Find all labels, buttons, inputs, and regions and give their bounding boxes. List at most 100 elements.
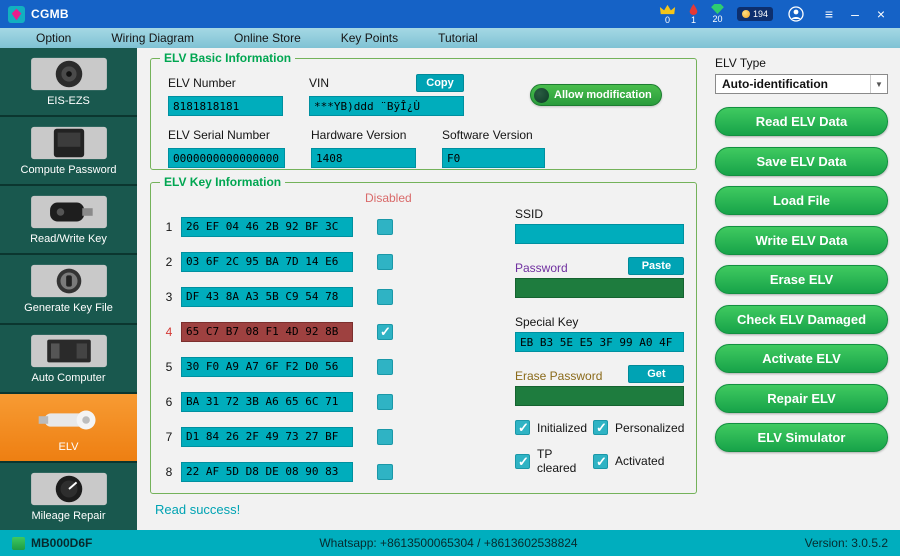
elv-simulator-button[interactable]: ELV Simulator [715,423,888,452]
save-elv-data-button[interactable]: Save ELV Data [715,147,888,176]
title-stats: 0 1 20 194 [659,4,806,25]
menu-bar: Option Wiring Diagram Online Store Key P… [0,28,900,48]
checkbox-label: Initialized [537,421,587,435]
key-row-5-value[interactable]: 30 F0 A9 A7 6F F2 D0 56 [181,357,353,377]
whatsapp-contact: Whatsapp: +8613500065304 / +861360253882… [92,536,804,550]
elv-key-info-title: ELV Key Information [160,175,285,189]
menu-online-store[interactable]: Online Store [234,31,301,45]
key-row-3-value[interactable]: DF 43 8A A3 5B C9 54 78 [181,287,353,307]
checkbox-icon [515,454,530,469]
user-account-icon[interactable] [788,6,804,22]
write-elv-data-button[interactable]: Write ELV Data [715,226,888,255]
menu-tutorial[interactable]: Tutorial [438,31,478,45]
toggle-knob-icon [534,88,549,103]
menu-wiring-diagram[interactable]: Wiring Diagram [111,31,194,45]
elv-basic-info-group: ELV Basic Information Allow modification… [150,58,697,170]
special-key-label: Special Key [515,315,578,329]
key-row-7-num: 7 [163,430,175,444]
key-row: 8 22 AF 5D D8 DE 08 90 83 [163,454,491,489]
sidebar-item-label: ELV [59,441,79,453]
checkbox-icon [593,420,608,435]
sidebar-item-compute-password[interactable]: Compute Password [0,117,137,186]
elv-key-info-group: ELV Key Information Disabled 1 26 EF 04 … [150,182,697,494]
load-file-button[interactable]: Load File [715,186,888,215]
elv-serial-label: ELV Serial Number [168,128,270,142]
key-row-3-checkbox[interactable] [377,289,393,305]
elv-number-input[interactable]: 8181818181 [168,96,283,116]
copy-vin-button[interactable]: Copy [416,74,464,92]
crown-stat[interactable]: 0 [659,4,676,25]
key-row-1-value[interactable]: 26 EF 04 46 2B 92 BF 3C [181,217,353,237]
sidebar-item-label: Auto Computer [32,372,106,384]
key-row-8-checkbox[interactable] [377,464,393,480]
key-row-7-value[interactable]: D1 84 26 2F 49 73 27 BF [181,427,353,447]
repair-elv-button[interactable]: Repair ELV [715,384,888,413]
green-gem-count: 20 [712,15,722,24]
sidebar-item-auto-computer[interactable]: Auto Computer [0,325,137,394]
green-gem-stat[interactable]: 20 [711,4,724,24]
key-row-7-checkbox[interactable] [377,429,393,445]
status-checkbox-3[interactable]: Activated [593,447,684,475]
status-checkbox-1[interactable]: Personalized [593,420,684,435]
status-checkbox-0[interactable]: Initialized [515,420,587,435]
elv-serial-input[interactable]: 0000000000000000 [168,148,285,168]
elv-type-dropdown[interactable]: Auto-identification [715,74,888,94]
red-gem-icon [689,4,698,15]
sidebar-item-elv[interactable]: ELV [0,394,137,463]
special-key-input[interactable]: EB B3 5E E5 3F 99 A0 4F [515,332,684,352]
erase-elv-button[interactable]: Erase ELV [715,265,888,294]
close-button[interactable]: × [868,3,894,25]
menu-key-points[interactable]: Key Points [341,31,398,45]
window-menu-button[interactable]: ≡ [816,3,842,25]
menu-option[interactable]: Option [36,31,71,45]
password-label: Password [515,261,568,275]
key-row-4-checkbox[interactable] [377,324,393,340]
status-checkbox-2[interactable]: TP cleared [515,447,587,475]
get-erase-password-button[interactable]: Get [628,365,684,383]
sidebar-item-label: Read/Write Key [30,233,107,245]
status-checkboxes: Initialized Personalized TP cleared Acti… [515,420,684,475]
compute-password-icon [27,125,111,161]
ssid-input[interactable] [515,224,684,244]
sidebar-item-eis-ezs[interactable]: EIS-EZS [0,48,137,117]
coins-badge[interactable]: 194 [737,7,773,21]
paste-password-button[interactable]: Paste [628,257,684,275]
software-version-input[interactable]: F0 [442,148,545,168]
minimize-button[interactable]: – [842,3,868,25]
operation-status-text: Read success! [155,502,697,517]
erase-password-input[interactable] [515,386,684,406]
red-gem-stat[interactable]: 1 [689,4,698,25]
sidebar-item-label: Generate Key File [24,302,113,314]
key-row-5-checkbox[interactable] [377,359,393,375]
sidebar-item-mileage-repair[interactable]: Mileage Repair [0,463,137,530]
sidebar-item-generate-key-file[interactable]: Generate Key File [0,255,137,324]
vin-input[interactable]: ***YB)ddd ¨BÿÎ¿Ù [309,96,464,116]
checkbox-label: Activated [615,454,664,468]
password-input[interactable] [515,278,684,298]
red-gem-count: 1 [691,16,696,25]
key-row-6-checkbox[interactable] [377,394,393,410]
key-row-1-checkbox[interactable] [377,219,393,235]
key-row-6-value[interactable]: BA 31 72 3B A6 65 6C 71 [181,392,353,412]
check-elv-damaged-button[interactable]: Check ELV Damaged [715,305,888,334]
key-row-3-num: 3 [163,290,175,304]
key-row-2-value[interactable]: 03 6F 2C 95 BA 7D 14 E6 [181,252,353,272]
sidebar-item-read-write-key[interactable]: Read/Write Key [0,186,137,255]
device-id: MB000D6F [31,536,92,550]
activate-elv-button[interactable]: Activate ELV [715,344,888,373]
key-row-4-value[interactable]: 65 C7 B7 08 F1 4D 92 8B [181,322,353,342]
sidebar-item-label: Mileage Repair [32,510,106,522]
key-row: 3 DF 43 8A A3 5B C9 54 78 [163,279,491,314]
coin-icon [742,10,750,18]
key-row-2-checkbox[interactable] [377,254,393,270]
hardware-version-input[interactable]: 1408 [311,148,416,168]
app-title: CGMB [31,7,69,21]
sidebar: EIS-EZS Compute Password Read/Write Key … [0,48,137,530]
checkbox-label: TP cleared [537,447,587,475]
read-elv-data-button[interactable]: Read ELV Data [715,107,888,136]
key-row-8-value[interactable]: 22 AF 5D D8 DE 08 90 83 [181,462,353,482]
allow-modification-toggle[interactable]: Allow modification [530,84,662,106]
hardware-version-label: Hardware Version [311,128,406,142]
software-version-label: Software Version [442,128,533,142]
auto-computer-icon [27,333,111,369]
